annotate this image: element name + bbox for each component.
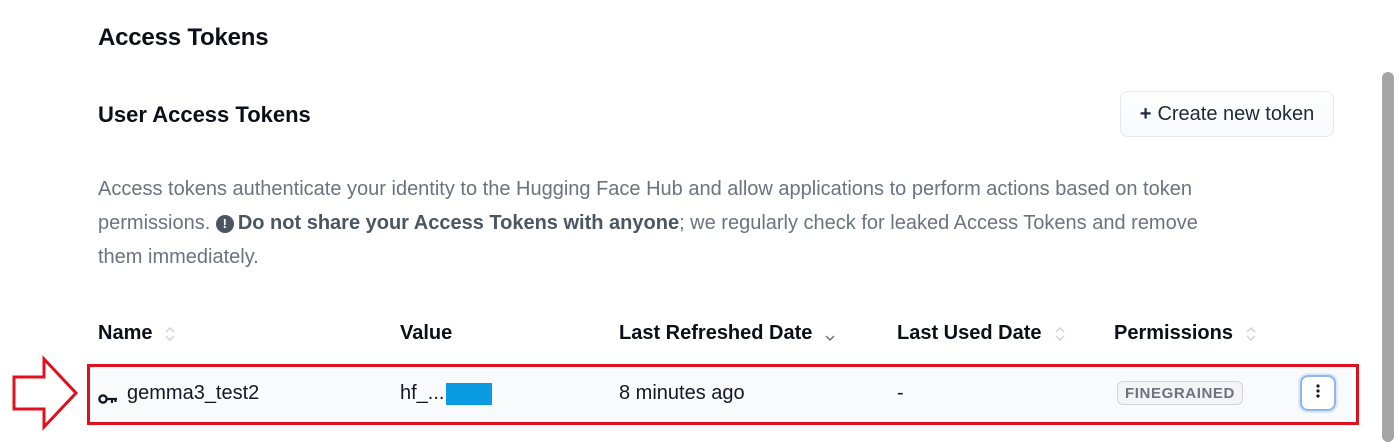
column-header-permissions[interactable]: Permissions: [1114, 322, 1257, 345]
scrollbar-thumb[interactable]: [1382, 72, 1394, 442]
column-header-last-refreshed[interactable]: Last Refreshed Date: [619, 322, 836, 345]
page-title: Access Tokens: [98, 24, 269, 51]
plus-icon: +: [1139, 102, 1152, 125]
last-used-cell: -: [897, 382, 904, 404]
token-name: gemma3_test2: [127, 382, 260, 404]
column-header-value: Value: [400, 322, 452, 345]
token-value-cell: hf_...: [400, 382, 493, 405]
sort-icon: [1245, 324, 1257, 344]
permissions-badge: FINEGRAINED: [1117, 381, 1243, 405]
sort-icon: [1054, 324, 1066, 344]
column-header-last-used[interactable]: Last Used Date: [897, 322, 1066, 345]
create-new-token-button[interactable]: + Create new token: [1120, 91, 1334, 137]
column-label: Last Refreshed Date: [619, 322, 813, 344]
column-label: Name: [98, 322, 153, 344]
token-menu-button[interactable]: [1300, 375, 1336, 411]
more-vertical-icon: [1316, 383, 1320, 403]
warning-icon: !: [215, 215, 234, 233]
key-icon: [98, 388, 118, 404]
section-title: User Access Tokens: [98, 102, 311, 127]
token-name-cell: gemma3_test2: [98, 382, 259, 405]
redaction-block: [446, 382, 493, 405]
column-label: Last Used Date: [897, 322, 1042, 344]
access-tokens-description: Access tokens authenticate your identity…: [98, 172, 1208, 274]
column-label: Permissions: [1114, 322, 1233, 344]
annotation-arrow-icon: [10, 355, 80, 431]
last-refreshed-cell: 8 minutes ago: [619, 382, 745, 404]
sort-descending-icon: [824, 324, 836, 344]
sort-icon: [164, 324, 176, 344]
column-header-name[interactable]: Name: [98, 322, 176, 345]
warning-text-2: with anyone: [557, 212, 680, 234]
warning-text-1: Do not share your: [237, 212, 414, 234]
column-label: Value: [400, 322, 453, 344]
warning-text-strong: Access Tokens: [413, 212, 558, 234]
token-value: hf_...: [400, 382, 445, 404]
create-new-token-label: Create new token: [1157, 102, 1315, 125]
